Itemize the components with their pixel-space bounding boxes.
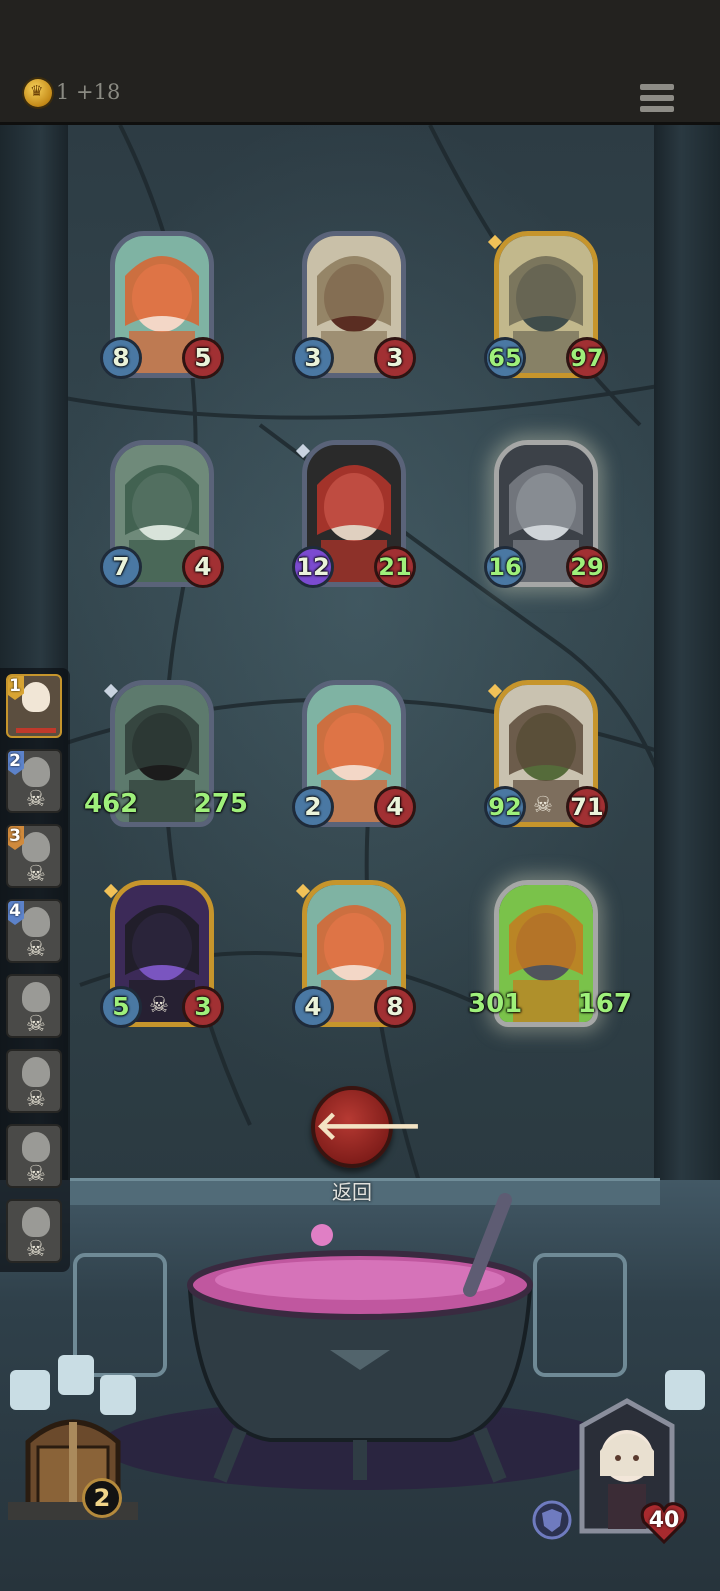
health-stat: 3 xyxy=(374,337,416,379)
attack-stat: 92 xyxy=(484,786,526,828)
minion-card-shadow-wraith[interactable]: 5 3 ☠ xyxy=(100,876,224,1031)
queue-slot[interactable]: ☠ xyxy=(6,1049,62,1113)
queue-slot[interactable]: ☠ xyxy=(6,974,62,1038)
health-stat: 4 xyxy=(182,546,224,588)
queue-portrait xyxy=(22,907,50,937)
queue-slot[interactable]: ☠ xyxy=(6,1199,62,1263)
queue-portrait xyxy=(22,1132,50,1162)
minion-card-airship-bombardment[interactable]: 33 xyxy=(292,227,416,382)
queue-portrait xyxy=(22,982,50,1012)
minion-card-siren-sorceress[interactable]: 24 xyxy=(292,676,416,831)
gold-counter: 1 +18 xyxy=(56,80,121,104)
attack-stat: 7 xyxy=(100,546,142,588)
skull-icon: ☠ xyxy=(26,1162,46,1187)
attack-stat: 4 xyxy=(292,986,334,1028)
minion-card-siren-sorceress[interactable]: 85 xyxy=(100,227,224,382)
attack-stat: 65 xyxy=(484,337,526,379)
attack-stat: 12 xyxy=(292,546,334,588)
skull-icon: ☠ xyxy=(26,1012,46,1037)
shield-icon xyxy=(532,1500,572,1540)
health-stat: 275 xyxy=(193,789,248,819)
right-pillar xyxy=(654,125,720,1185)
queue-portrait xyxy=(22,1057,50,1087)
crown-coin-icon xyxy=(24,79,52,107)
menu-icon[interactable] xyxy=(640,82,674,114)
queue-portrait xyxy=(22,1207,50,1237)
minion-card-armored-gargoyle[interactable]: 16 29 xyxy=(484,436,608,591)
attack-stat: 2 xyxy=(292,786,334,828)
attack-stat: 462 xyxy=(84,789,139,819)
skull-icon: ☠ xyxy=(533,793,553,818)
attack-stat: 3 xyxy=(292,337,334,379)
queue-slot[interactable]: ☠ xyxy=(6,1124,62,1188)
minion-card-horned-elf-sorceress[interactable]: 74 xyxy=(100,436,224,591)
queue-portrait xyxy=(22,682,50,712)
health-stat: 8 xyxy=(374,986,416,1028)
queue-slot[interactable]: 4 ☠ xyxy=(6,899,62,963)
attack-stat: 16 xyxy=(484,546,526,588)
minion-card-pumpkin-golem[interactable]: 301 167 xyxy=(468,876,632,1031)
skull-icon: ☠ xyxy=(26,862,46,887)
attack-stat: 8 xyxy=(100,337,142,379)
skull-icon: ☠ xyxy=(149,993,169,1018)
hero-health: 40 xyxy=(648,1508,680,1533)
minion-card-iron-knight-golem[interactable]: 462 275 xyxy=(84,676,248,831)
health-stat: 29 xyxy=(566,546,608,588)
health-stat: 5 xyxy=(182,337,224,379)
skull-icon: ☠ xyxy=(26,787,46,812)
health-stat: 4 xyxy=(374,786,416,828)
minion-card-hooded-assassin[interactable]: 12 21 xyxy=(292,436,416,591)
skull-icon: ☠ xyxy=(26,1237,46,1262)
queue-slot[interactable]: 2 ☠ xyxy=(6,749,62,813)
back-button[interactable]: 🡐 xyxy=(311,1086,422,1168)
health-stat: 97 xyxy=(566,337,608,379)
health-stat: 167 xyxy=(577,989,632,1019)
skull-icon: ☠ xyxy=(26,937,46,962)
health-stat: 21 xyxy=(374,546,416,588)
health-stat: 71 xyxy=(566,786,608,828)
minion-card-kraken-shipwreck[interactable]: 65 97 xyxy=(484,227,608,382)
back-button-label: 返回 xyxy=(332,1180,372,1204)
chest-count: 2 xyxy=(82,1478,122,1518)
back-arrow-icon: 🡐 xyxy=(315,1103,423,1149)
attack-stat: 301 xyxy=(468,989,523,1019)
top-bar: 1 +18 xyxy=(0,0,720,125)
minion-card-old-hag[interactable]: 92 71 ☠ xyxy=(484,676,608,831)
health-stat: 3 xyxy=(182,986,224,1028)
skull-icon: ☠ xyxy=(26,1087,46,1112)
queue-slot[interactable]: 3 ☠ xyxy=(6,824,62,888)
queue-slot[interactable]: 1 xyxy=(6,674,62,738)
minion-card-siren-sorceress[interactable]: 48 xyxy=(292,876,416,1031)
queue-portrait xyxy=(22,757,50,787)
health-bar xyxy=(16,728,56,733)
attack-stat: 5 xyxy=(100,986,142,1028)
queue-portrait xyxy=(22,832,50,862)
